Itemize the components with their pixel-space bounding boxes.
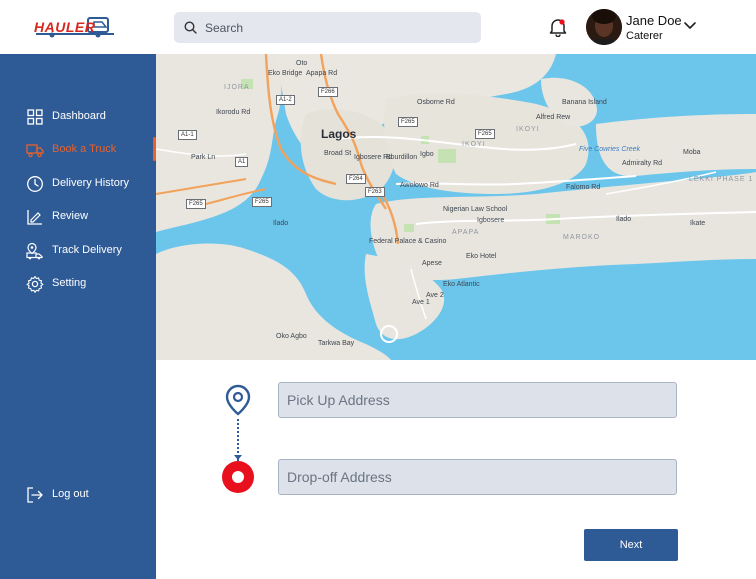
map-label: Oko Agbo: [276, 333, 307, 340]
map-label: Ilado: [273, 220, 289, 227]
map-label: Igbo: [420, 151, 434, 158]
map-label: LEKKI PHASE 1: [689, 176, 754, 183]
map-label: APAPA: [452, 229, 480, 236]
clock-icon: [27, 176, 43, 192]
dropoff-address-input[interactable]: [278, 459, 677, 495]
search-input[interactable]: [205, 20, 465, 35]
map-label: Broad St: [324, 150, 352, 157]
map-view[interactable]: Lagos Oto IJORA Park Ln Ilado Oko Agbo T…: [156, 54, 756, 360]
pickup-address-input[interactable]: [278, 382, 677, 418]
road-shield: F264: [346, 174, 366, 184]
map-label: Park Ln: [191, 154, 216, 161]
sidebar-item-setting[interactable]: Setting: [0, 271, 156, 297]
top-header: HAULER Jane Doe Caterer: [0, 0, 756, 54]
map-label: Eko Bridge: [268, 70, 303, 77]
map-label: Awolowo Rd: [400, 182, 439, 189]
pickup-pin-icon: [225, 384, 251, 416]
map-label: Ave 1: [412, 299, 430, 306]
sidebar-item-label: Dashboard: [52, 110, 106, 122]
sidebar-item-dashboard[interactable]: Dashboard: [0, 104, 156, 130]
logout-label: Log out: [52, 488, 89, 500]
road-shield: F265: [398, 117, 418, 127]
gear-icon: [26, 275, 44, 293]
chevron-down-icon[interactable]: [683, 20, 697, 32]
map-label: IKOYI: [516, 126, 540, 133]
user-name: Jane Doe: [626, 13, 682, 28]
map-label: Apapa Rd: [306, 70, 338, 77]
sidebar-item-label: Review: [52, 210, 89, 222]
next-button[interactable]: Next: [584, 529, 678, 561]
user-avatar[interactable]: [586, 9, 622, 45]
map-label: Ilado: [616, 216, 632, 223]
map-label: Ikate: [690, 220, 706, 227]
road-shield: A1-2: [276, 95, 295, 105]
map-label: Apese: [422, 260, 442, 267]
track-icon: [26, 242, 43, 260]
map-label: Lagos: [321, 127, 357, 141]
map-label: Admiralty Rd: [622, 160, 663, 167]
sidebar-item-label: Setting: [52, 277, 87, 289]
map-label: IJORA: [224, 84, 250, 91]
review-icon: [27, 210, 42, 225]
map-label: Nigerian Law School: [443, 206, 508, 213]
search-bar[interactable]: [174, 12, 481, 43]
map-label: IKOYI: [462, 141, 486, 148]
map-label: Five Cowries Creek: [579, 146, 641, 153]
map-label: Falomo Rd: [566, 184, 601, 191]
road-shield: A1: [235, 157, 249, 167]
user-role: Caterer: [626, 30, 663, 42]
search-icon: [184, 21, 197, 34]
sidebar-item-book-a-truck[interactable]: Book a Truck: [0, 137, 156, 163]
road-shield: F265: [252, 197, 272, 207]
map-label: Igbosere: [477, 217, 505, 224]
map-label: Oto: [296, 60, 308, 67]
truck-icon: [26, 144, 44, 158]
road-shield: F265: [475, 129, 495, 139]
map-label: Federal Palace & Casino: [369, 238, 447, 245]
brand-logo[interactable]: HAULER: [32, 14, 118, 40]
grid-icon: [27, 109, 43, 125]
dropoff-target-icon: [222, 461, 254, 493]
sidebar-item-track-delivery[interactable]: Track Delivery: [0, 238, 156, 264]
map-label: Alfred Rew: [536, 114, 571, 121]
sidebar-item-label: Delivery History: [52, 177, 130, 189]
sidebar-item-delivery-history[interactable]: Delivery History: [0, 171, 156, 197]
sidebar-item-label: Track Delivery: [52, 244, 122, 256]
notification-bell-icon[interactable]: [549, 17, 567, 37]
map-label: Eko Hotel: [466, 253, 497, 260]
route-arrow-icon: [234, 455, 242, 460]
map-label: Eko Atlantic: [443, 281, 480, 288]
sidebar-item-review[interactable]: Review: [0, 204, 156, 230]
map-label: Bourdillon: [386, 154, 418, 161]
map-label: Tarkwa Bay: [318, 340, 355, 347]
map-label: Moba: [683, 149, 701, 156]
sidebar-item-label: Book a Truck: [52, 143, 117, 155]
map-label: Ave 2: [426, 292, 444, 299]
road-shield: F263: [365, 187, 385, 197]
logout-icon: [27, 487, 43, 503]
map-label: Banana Island: [562, 99, 607, 106]
map-label: Ikorodu Rd: [216, 109, 251, 116]
road-shield: F265: [186, 199, 206, 209]
logout-button[interactable]: Log out: [0, 482, 156, 508]
map-label: Osborne Rd: [417, 99, 455, 106]
map-label: MAROKO: [563, 234, 601, 241]
road-shield: F266: [318, 87, 338, 97]
brand-name: HAULER: [34, 19, 96, 35]
sidebar: Dashboard Book a Truck Delivery History …: [0, 54, 156, 579]
road-shield: A1-1: [178, 130, 197, 140]
